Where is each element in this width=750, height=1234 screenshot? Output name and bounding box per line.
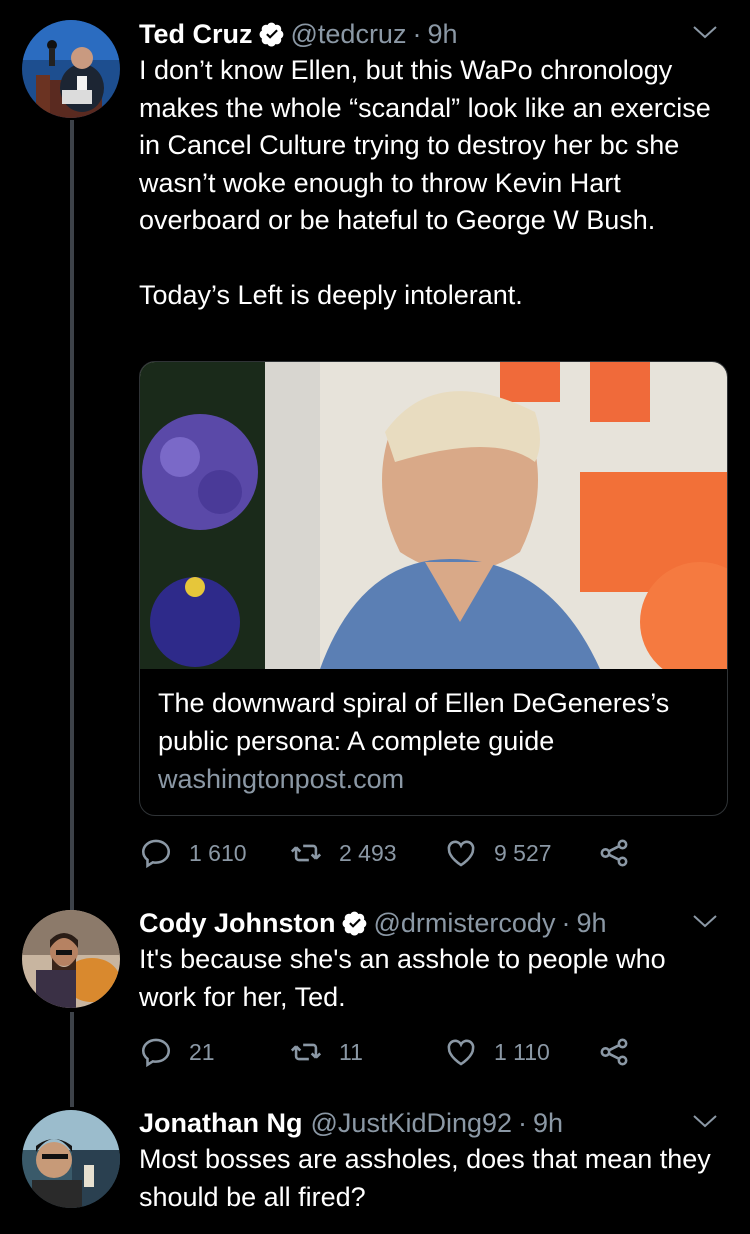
avatar[interactable] xyxy=(22,1110,120,1208)
timestamp[interactable]: 9h xyxy=(427,19,457,50)
retweet-icon xyxy=(290,1043,322,1061)
retweet-icon xyxy=(290,844,322,862)
separator-dot: · xyxy=(561,907,571,938)
separator-dot: · xyxy=(518,1107,528,1138)
reply-button[interactable]: 1 610 xyxy=(139,835,247,871)
retweet-button[interactable]: 11 xyxy=(289,1034,363,1070)
avatar[interactable] xyxy=(22,910,120,1008)
author-name[interactable]: Ted Cruz xyxy=(139,19,253,50)
share-button[interactable] xyxy=(597,835,631,871)
share-button[interactable] xyxy=(597,1034,631,1070)
tweet-actions: 21 11 1 110 xyxy=(139,1034,739,1070)
retweet-count: 11 xyxy=(339,1038,363,1065)
retweet-count: 2 493 xyxy=(339,839,397,866)
chevron-down-icon[interactable] xyxy=(690,911,720,931)
reply-icon xyxy=(141,839,171,869)
like-icon xyxy=(447,1039,475,1066)
chevron-down-icon[interactable] xyxy=(690,22,720,42)
reply-icon xyxy=(141,1038,171,1068)
chevron-down-icon[interactable] xyxy=(690,1111,720,1131)
like-icon xyxy=(447,840,475,867)
verified-icon xyxy=(342,911,366,936)
like-button[interactable]: 9 527 xyxy=(444,835,552,871)
tweet-text: I don’t know Ellen, but this WaPo chrono… xyxy=(139,55,711,310)
card-domain: washingtonpost.com xyxy=(158,764,405,794)
card-image xyxy=(140,362,727,669)
author-name[interactable]: Cody Johnston xyxy=(139,908,336,939)
tweet-ted-cruz[interactable]: Ted Cruz @tedcruz · 9h I don’t know Elle… xyxy=(0,0,750,900)
avatar[interactable] xyxy=(22,20,120,118)
author-handle[interactable]: @drmistercody xyxy=(374,908,556,939)
author-name[interactable]: Jonathan Ng xyxy=(139,1108,303,1139)
tweet-header: Jonathan Ng @JustKidDing92 · 9h xyxy=(139,1105,730,1141)
retweet-button[interactable]: 2 493 xyxy=(289,835,397,871)
reply-button[interactable]: 21 xyxy=(139,1034,215,1070)
verified-icon xyxy=(259,22,283,47)
tweet-header: Ted Cruz @tedcruz · 9h xyxy=(139,16,730,52)
card-title: The downward spiral of Ellen DeGeneres’s… xyxy=(158,688,670,756)
like-button[interactable]: 1 110 xyxy=(444,1034,550,1070)
tweet-text: It's because she's an asshole to people … xyxy=(139,944,674,1012)
like-count: 1 110 xyxy=(494,1038,550,1065)
link-card[interactable]: The downward spiral of Ellen DeGeneres’s… xyxy=(139,361,728,816)
tweet-jonathan-ng[interactable]: Jonathan Ng @JustKidDing92 · 9h Most bos… xyxy=(0,1105,750,1234)
tweet-header: Cody Johnston @drmistercody · 9h xyxy=(139,905,730,941)
reply-count: 21 xyxy=(189,1038,215,1065)
tweet-text: Most bosses are assholes, does that mean… xyxy=(139,1144,719,1212)
like-count: 9 527 xyxy=(494,839,552,866)
timestamp[interactable]: 9h xyxy=(533,1108,563,1139)
reply-count: 1 610 xyxy=(189,839,247,866)
share-icon xyxy=(600,1038,628,1066)
tweet-cody-johnston[interactable]: Cody Johnston @drmistercody · 9h It's be… xyxy=(0,905,750,1085)
separator-dot: · xyxy=(412,18,422,49)
author-handle[interactable]: @JustKidDing92 xyxy=(311,1108,513,1139)
share-icon xyxy=(600,839,628,867)
author-handle[interactable]: @tedcruz xyxy=(291,19,407,50)
timestamp[interactable]: 9h xyxy=(576,908,606,939)
tweet-actions: 1 610 2 493 9 527 xyxy=(139,835,739,871)
